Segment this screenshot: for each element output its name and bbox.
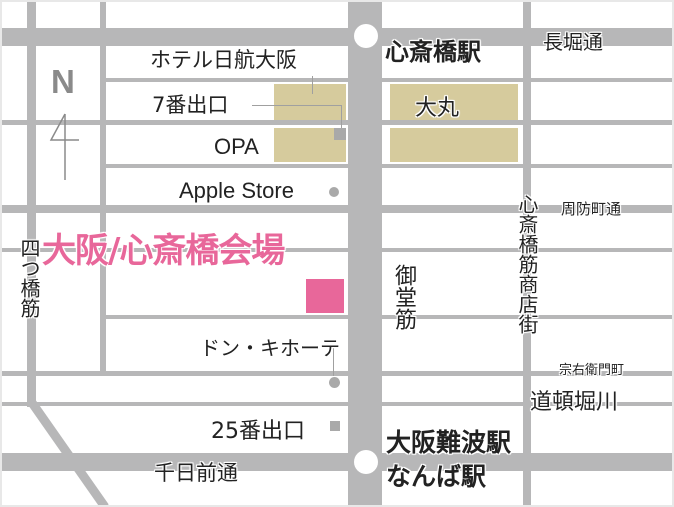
building-daimaru-south: [390, 128, 518, 162]
label-yotsubashi-suji: 四つ橋筋: [17, 238, 41, 318]
exit25-marker[interactable]: [330, 421, 340, 431]
label-suomachi-dori: 周防町通: [561, 200, 622, 218]
label-opa: OPA: [214, 134, 259, 159]
label-apple-store: Apple Store: [179, 178, 294, 203]
label-midosuji: 御堂筋: [391, 264, 416, 330]
label-shinsaibashi-station: 心斎橋駅: [385, 38, 481, 66]
label-hotel-nikko: ホテル日航大阪: [150, 48, 297, 72]
label-soemoncho: 宗右衛門町: [559, 363, 625, 378]
label-sennichimae-dori: 千日前通: [154, 461, 238, 485]
venue-title: 大阪/心斎橋会場: [42, 231, 285, 271]
label-donki: ドン・キホーテ: [200, 336, 340, 360]
north-arrow-icon: [49, 113, 79, 180]
label-exit25: 25番出口: [211, 419, 305, 444]
donki-marker[interactable]: [329, 377, 340, 388]
access-map: N ホテル日航大阪 7番出口 OPA 大丸 Apple Store ドン・キホー…: [2, 2, 672, 505]
leader-exit7-v: [341, 105, 342, 129]
shinsaibashi-station-marker[interactable]: [354, 24, 378, 48]
road-v-2: [100, 2, 106, 374]
label-namba-station-alt: なんば駅: [386, 462, 487, 491]
leader-hotel-nikko: [312, 76, 313, 94]
label-dotonbori: 道頓堀川: [530, 390, 619, 415]
venue-marker[interactable]: [306, 279, 344, 313]
road-midosuji: [348, 2, 382, 505]
label-shinsaibashi-suji: 心斎橋筋商店街: [515, 194, 539, 334]
compass-north-label: N: [51, 63, 75, 100]
apple-store-marker[interactable]: [329, 187, 339, 197]
exit7-marker[interactable]: [334, 128, 346, 140]
building-hotel-nikko: [274, 84, 346, 120]
leader-exit7-h: [252, 105, 342, 106]
label-nagahori-dori: 長堀通: [543, 30, 603, 54]
label-namba-station: 大阪難波駅: [386, 428, 512, 457]
label-exit7: 7番出口: [152, 93, 229, 117]
namba-station-marker[interactable]: [354, 450, 378, 474]
label-daimaru: 大丸: [415, 96, 460, 121]
